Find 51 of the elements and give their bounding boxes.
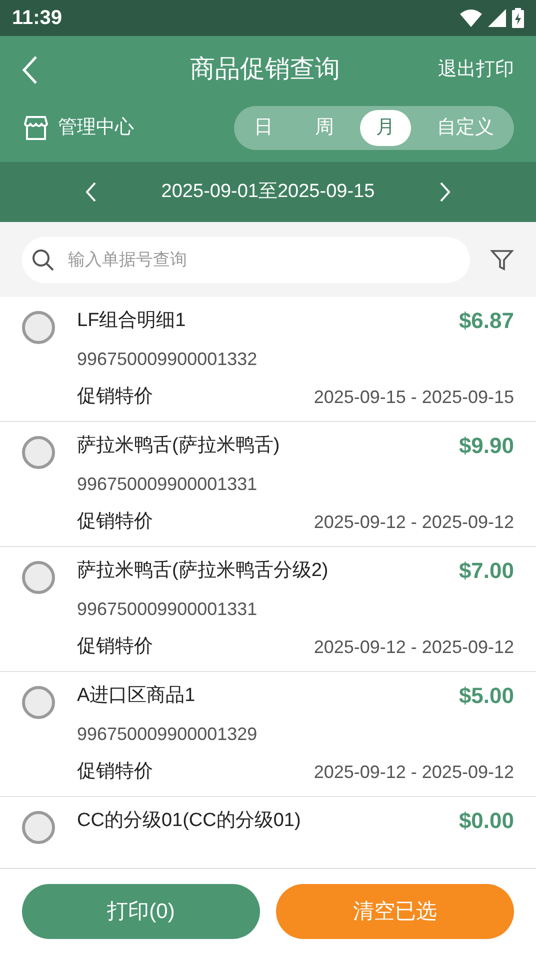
select-radio[interactable] bbox=[22, 561, 55, 594]
search-icon bbox=[32, 248, 54, 270]
period-tab[interactable]: 月 bbox=[360, 110, 411, 146]
product-price: $0.00 bbox=[458, 809, 514, 833]
select-radio[interactable] bbox=[22, 811, 55, 844]
previous-button[interactable] bbox=[85, 181, 98, 203]
product-code: 996750009900001329 bbox=[77, 723, 258, 746]
product-code: 996750009900001332 bbox=[77, 348, 258, 371]
product-name: LF组合明细1 bbox=[77, 309, 186, 333]
store-name: 管理中心 bbox=[58, 116, 134, 140]
product-price: $6.87 bbox=[458, 309, 514, 333]
product-name: A进口区商品1 bbox=[77, 684, 196, 708]
product-price: $7.00 bbox=[458, 559, 514, 583]
date-range: 2025-09-01至2025-09-15 bbox=[161, 180, 375, 204]
page-title: 商品促销查询 bbox=[190, 54, 340, 86]
promotion-period: 2025-09-12 - 2025-09-12 bbox=[314, 761, 514, 784]
promotion-type: 促销特价 bbox=[77, 635, 153, 659]
chevron-right-icon bbox=[438, 181, 451, 203]
product-name: 萨拉米鸭舌(萨拉米鸭舌分级2) bbox=[77, 559, 328, 583]
product-price: $5.00 bbox=[458, 684, 514, 708]
promotion-period: 2025-09-12 - 2025-09-12 bbox=[314, 511, 514, 534]
promotion-period: 2025-09-12 - 2025-09-12 bbox=[314, 636, 514, 659]
period-tab[interactable]: 自定义 bbox=[421, 110, 510, 146]
promotion-type: 促销特价 bbox=[77, 760, 153, 784]
product-code: 996750009900001331 bbox=[77, 473, 258, 496]
next-button[interactable] bbox=[438, 181, 451, 203]
search-box[interactable]: 输入单据号查询 bbox=[22, 236, 470, 282]
clear-selected-button[interactable]: 清空已选 bbox=[276, 884, 514, 939]
signal-icon bbox=[488, 9, 506, 27]
select-radio[interactable] bbox=[22, 686, 55, 719]
promotion-period: 2025-09-15 - 2025-09-15 bbox=[314, 386, 514, 409]
product-name: 萨拉米鸭舌(萨拉米鸭舌) bbox=[77, 434, 280, 458]
filter-button[interactable] bbox=[490, 248, 514, 272]
period-tab[interactable]: 日 bbox=[238, 110, 289, 146]
select-radio[interactable] bbox=[22, 436, 55, 469]
exit-print-button[interactable]: 退出打印 bbox=[438, 56, 514, 84]
product-price: $9.90 bbox=[458, 434, 514, 458]
promotion-type: 促销特价 bbox=[77, 385, 153, 409]
period-tab[interactable]: 周 bbox=[299, 110, 350, 146]
back-icon bbox=[22, 55, 38, 85]
product-code: 996750009900001331 bbox=[77, 598, 258, 621]
status-time: 11:39 bbox=[12, 6, 62, 31]
filter-icon bbox=[490, 248, 514, 272]
store-icon bbox=[22, 114, 50, 142]
print-button[interactable]: 打印(0) bbox=[22, 884, 260, 939]
wifi-icon bbox=[460, 9, 482, 27]
battery-icon bbox=[512, 8, 524, 28]
promotion-type: 促销特价 bbox=[77, 510, 153, 534]
select-radio[interactable] bbox=[22, 311, 55, 344]
chevron-left-icon bbox=[85, 181, 98, 203]
product-name: CC的分级01(CC的分级01) bbox=[77, 809, 301, 833]
